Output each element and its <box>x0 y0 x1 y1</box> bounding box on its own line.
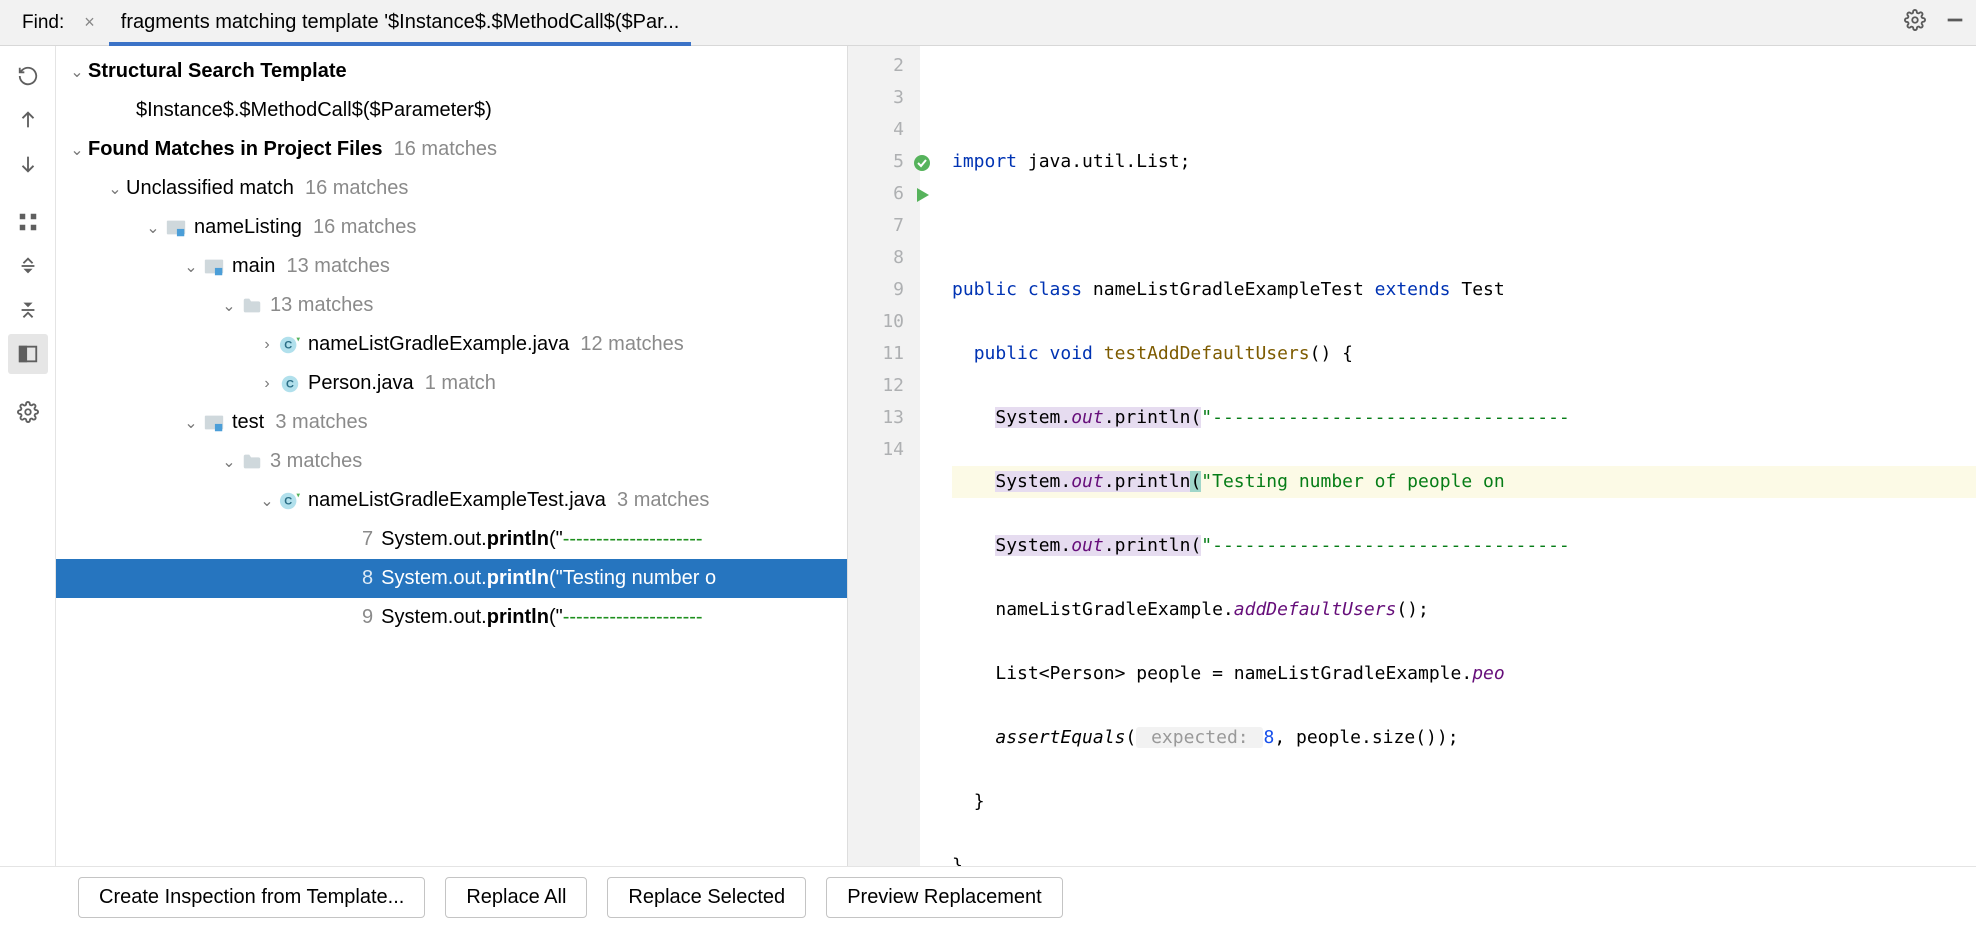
chevron-down-icon[interactable]: ⌄ <box>218 452 240 472</box>
code-line: assertEquals( expected: 8, people.size()… <box>952 722 1976 754</box>
file1-row[interactable]: › C nameListGradleExample.java 12 matche… <box>56 325 847 364</box>
folder-icon <box>240 294 264 318</box>
code-line: System.out.println("--------------------… <box>952 530 1976 562</box>
project-row[interactable]: ⌄ nameListing 16 matches <box>56 208 847 247</box>
replace-all-button[interactable]: Replace All <box>445 877 587 918</box>
folder-icon <box>240 450 264 474</box>
preview-replacement-button[interactable]: Preview Replacement <box>826 877 1063 918</box>
svg-text:C: C <box>286 378 294 390</box>
rerun-icon[interactable] <box>8 56 48 96</box>
test-folder-count: 3 matches <box>270 450 362 473</box>
file3-row[interactable]: ⌄ C nameListGradleExampleTest.java 3 mat… <box>56 481 847 520</box>
code-line <box>952 82 1976 114</box>
test-row[interactable]: ⌄ test 3 matches <box>56 403 847 442</box>
match-row-2[interactable]: 8System.out.println("Testing number o <box>56 559 847 598</box>
code-line: public class nameListGradleExampleTest e… <box>952 274 1976 306</box>
code-line: List<Person> people = nameListGradleExam… <box>952 658 1976 690</box>
next-occurrence-icon[interactable] <box>8 144 48 184</box>
file3-name: nameListGradleExampleTest.java <box>308 489 606 512</box>
unclassified-count: 16 matches <box>305 177 408 200</box>
expand-all-icon[interactable] <box>8 246 48 286</box>
find-label: Find: <box>22 12 64 34</box>
main-content: ⌄ Structural Search Template $Instance$.… <box>0 46 1976 866</box>
chevron-down-icon[interactable]: ⌄ <box>142 218 164 238</box>
unclassified-label: Unclassified match <box>126 177 294 200</box>
chevron-down-icon[interactable]: ⌄ <box>180 413 202 433</box>
override-icon[interactable] <box>912 152 932 172</box>
results-tree: ⌄ Structural Search Template $Instance$.… <box>56 46 848 866</box>
project-name: nameListing <box>194 216 302 239</box>
file2-row[interactable]: › C Person.java 1 match <box>56 364 847 403</box>
source-folder-icon <box>202 255 226 279</box>
found-heading: Found Matches in Project Files <box>88 138 383 161</box>
unclassified-row[interactable]: ⌄ Unclassified match 16 matches <box>56 169 847 208</box>
chevron-down-icon[interactable]: ⌄ <box>218 296 240 316</box>
run-gutter-icon[interactable] <box>912 184 932 204</box>
match-row-1[interactable]: 7System.out.println("-------------------… <box>56 520 847 559</box>
tab-search-results[interactable]: fragments matching template '$Instance$.… <box>109 1 692 46</box>
main-folder-row[interactable]: ⌄ 13 matches <box>56 286 847 325</box>
toolbar-right-icons <box>1904 9 1966 37</box>
code-line: import java.util.List; <box>952 146 1976 178</box>
template-heading: Structural Search Template <box>88 60 347 83</box>
code-line <box>952 210 1976 242</box>
collapse-all-icon[interactable] <box>8 290 48 330</box>
code-line: System.out.println("--------------------… <box>952 402 1976 434</box>
gear-icon[interactable] <box>1904 9 1926 37</box>
create-inspection-button[interactable]: Create Inspection from Template... <box>78 877 425 918</box>
found-heading-row[interactable]: ⌄ Found Matches in Project Files 16 matc… <box>56 130 847 169</box>
preview-editor: 2 3 4 5 6 7 8 9 10 11 12 13 14 import ja… <box>848 46 1976 866</box>
replace-selected-button[interactable]: Replace Selected <box>607 877 806 918</box>
chevron-right-icon[interactable]: › <box>256 375 278 393</box>
find-toolbar: Find: × fragments matching template '$In… <box>0 0 1976 46</box>
project-count: 16 matches <box>313 216 416 239</box>
main-row[interactable]: ⌄ main 13 matches <box>56 247 847 286</box>
java-class-icon: C <box>278 489 302 513</box>
code-area[interactable]: import java.util.List; public class name… <box>920 46 1976 866</box>
file2-count: 1 match <box>425 372 496 395</box>
code-line: } <box>952 850 1976 866</box>
code-line: nameListGradleExample.addDefaultUsers(); <box>952 594 1976 626</box>
java-class-icon: C <box>278 333 302 357</box>
chevron-down-icon[interactable]: ⌄ <box>256 491 278 511</box>
svg-text:C: C <box>284 339 292 351</box>
source-folder-icon <box>202 411 226 435</box>
main-count: 13 matches <box>286 255 389 278</box>
close-tab-icon[interactable]: × <box>80 12 99 33</box>
chevron-right-icon[interactable]: › <box>256 336 278 354</box>
chevron-down-icon[interactable]: ⌄ <box>66 140 88 160</box>
code-line: } <box>952 786 1976 818</box>
file1-name: nameListGradleExample.java <box>308 333 569 356</box>
svg-text:C: C <box>284 495 292 507</box>
java-class-icon: C <box>278 372 302 396</box>
match-row-3[interactable]: 9System.out.println("-------------------… <box>56 598 847 637</box>
template-text-row[interactable]: $Instance$.$MethodCall$($Parameter$) <box>56 91 847 130</box>
chevron-down-icon[interactable]: ⌄ <box>180 257 202 277</box>
minimize-icon[interactable] <box>1944 9 1966 37</box>
gutter: 2 3 4 5 6 7 8 9 10 11 12 13 14 <box>848 46 920 866</box>
chevron-down-icon[interactable]: ⌄ <box>104 179 126 199</box>
test-label: test <box>232 411 264 434</box>
preview-panel-icon[interactable] <box>8 334 48 374</box>
main-folder-count: 13 matches <box>270 294 373 317</box>
template-heading-row[interactable]: ⌄ Structural Search Template <box>56 52 847 91</box>
template-text: $Instance$.$MethodCall$($Parameter$) <box>136 99 492 122</box>
file1-count: 12 matches <box>580 333 683 356</box>
found-count: 16 matches <box>394 138 497 161</box>
code-line: public void testAddDefaultUsers() { <box>952 338 1976 370</box>
chevron-down-icon[interactable]: ⌄ <box>66 62 88 82</box>
file2-name: Person.java <box>308 372 414 395</box>
file3-count: 3 matches <box>617 489 709 512</box>
settings-icon[interactable] <box>8 392 48 432</box>
module-icon <box>164 216 188 240</box>
prev-occurrence-icon[interactable] <box>8 100 48 140</box>
main-label: main <box>232 255 275 278</box>
bottom-toolbar: Create Inspection from Template... Repla… <box>0 866 1976 928</box>
left-toolbar <box>0 46 56 866</box>
group-by-icon[interactable] <box>8 202 48 242</box>
test-count: 3 matches <box>275 411 367 434</box>
test-folder-row[interactable]: ⌄ 3 matches <box>56 442 847 481</box>
code-line-selected: System.out.println("Testing number of pe… <box>952 466 1976 498</box>
